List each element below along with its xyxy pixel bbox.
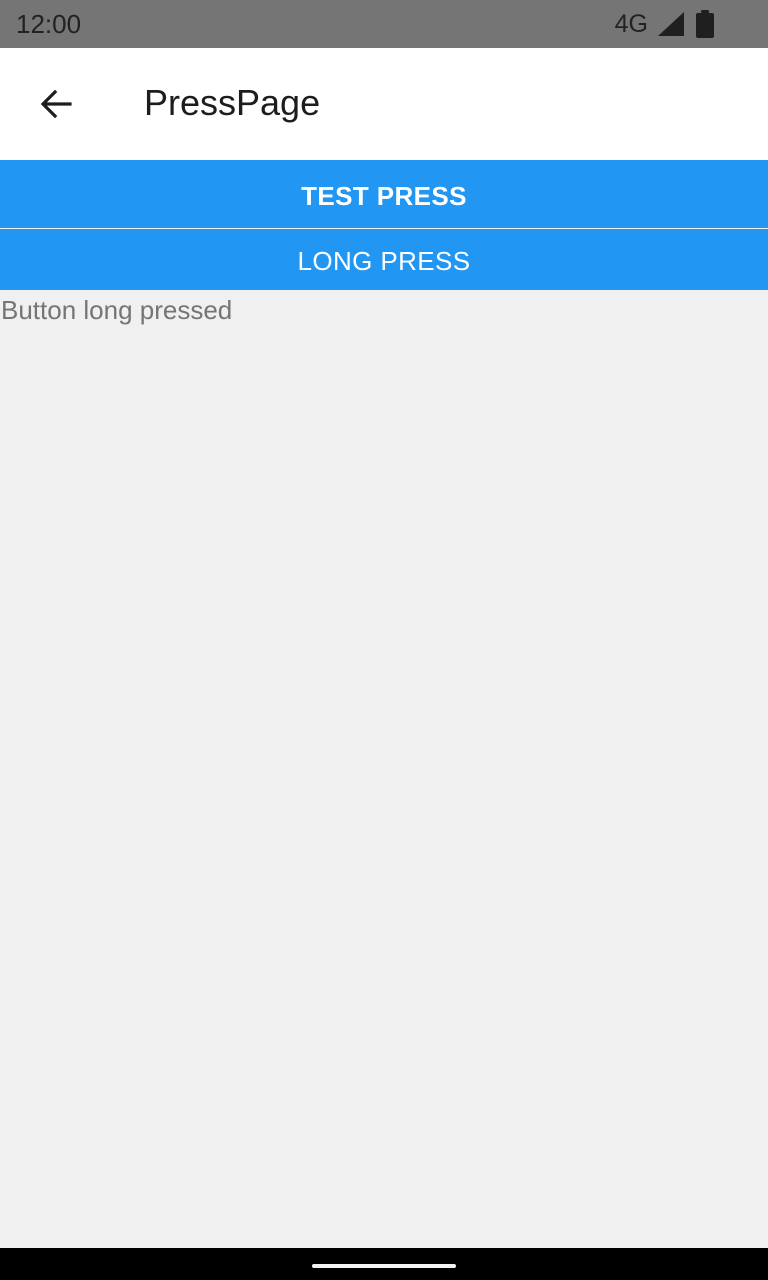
status-bar: 12:00 4G [0,0,768,48]
battery-icon [696,10,714,38]
status-indicators: 4G [588,0,768,48]
long-press-button[interactable]: LONG PRESS [0,229,768,290]
app-screen: 12:00 4G PressPage TEST PRESS LONG PRESS… [0,0,768,1280]
test-press-button[interactable]: TEST PRESS [0,160,768,228]
back-button[interactable] [20,68,92,140]
home-indicator[interactable] [312,1264,456,1268]
status-time: 12:00 [16,9,82,39]
navigation-bar [0,1248,768,1280]
signal-icon [658,12,684,36]
app-bar: PressPage [0,48,768,160]
press-result-label: Button long pressed [1,295,233,325]
page-title: PressPage [144,82,321,123]
network-type: 4G [614,10,648,38]
back-arrow-icon [40,89,72,119]
